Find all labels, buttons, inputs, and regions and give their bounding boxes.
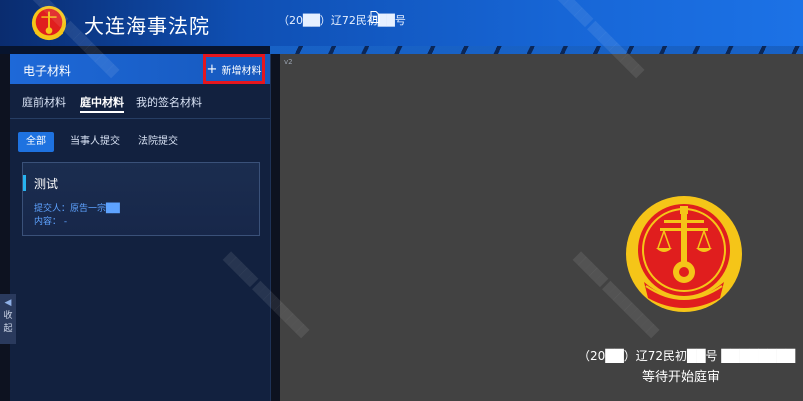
tab-in-trial[interactable]: 庭中材料 <box>80 94 124 113</box>
collapse-panel-button[interactable]: ◀ 收起 <box>0 294 16 344</box>
case-line: （20██）辽72民初██号 ████████ <box>578 349 796 363</box>
filter-court[interactable]: 法院提交 <box>130 132 186 152</box>
court-emblem-large-icon <box>626 196 742 312</box>
case-number: （20██）辽72民初██号 <box>278 14 406 27</box>
material-name: 测试 <box>34 177 59 191</box>
material-content: 内容： - <box>34 217 68 227</box>
filter-party[interactable]: 当事人提交 <box>62 132 128 152</box>
card-accent-bar <box>23 175 26 191</box>
material-tabs: 庭前材料 庭中材料 我的签名材料 <box>10 94 270 119</box>
plus-icon: + <box>206 61 218 77</box>
version-label: v2 <box>284 58 293 66</box>
add-material-label: 新增材料 <box>221 65 262 77</box>
video-area: v2 （20██）辽72民初██号 ████████ 等待开始庭审 <box>280 54 803 401</box>
header-strip <box>0 46 803 54</box>
court-name: 大连海事法院 <box>84 14 210 38</box>
materials-panel: 电子材料 + 新增材料 庭前材料 庭中材料 我的签名材料 全部 当事人提交 法院… <box>10 54 271 401</box>
add-material-button[interactable]: + 新增材料 <box>203 54 265 84</box>
material-card[interactable]: 测试 提交人：原告一宗██ 内容： - <box>22 162 260 236</box>
panel-title: 电子材料 <box>23 64 72 78</box>
material-submitter: 提交人：原告一宗██ <box>34 204 120 214</box>
chevron-left-icon: ◀ <box>4 298 12 308</box>
tab-pretrial[interactable]: 庭前材料 <box>22 94 66 110</box>
collapse-label: 收起 <box>3 311 13 334</box>
filter-all[interactable]: 全部 <box>18 132 54 152</box>
trial-status: 等待开始庭审 <box>642 370 721 385</box>
document-icon[interactable] <box>370 11 380 23</box>
app-header: 大连海事法院 （20██）辽72民初██号 <box>0 0 803 46</box>
court-emblem-icon <box>31 5 67 41</box>
tab-my-signed[interactable]: 我的签名材料 <box>136 94 202 110</box>
